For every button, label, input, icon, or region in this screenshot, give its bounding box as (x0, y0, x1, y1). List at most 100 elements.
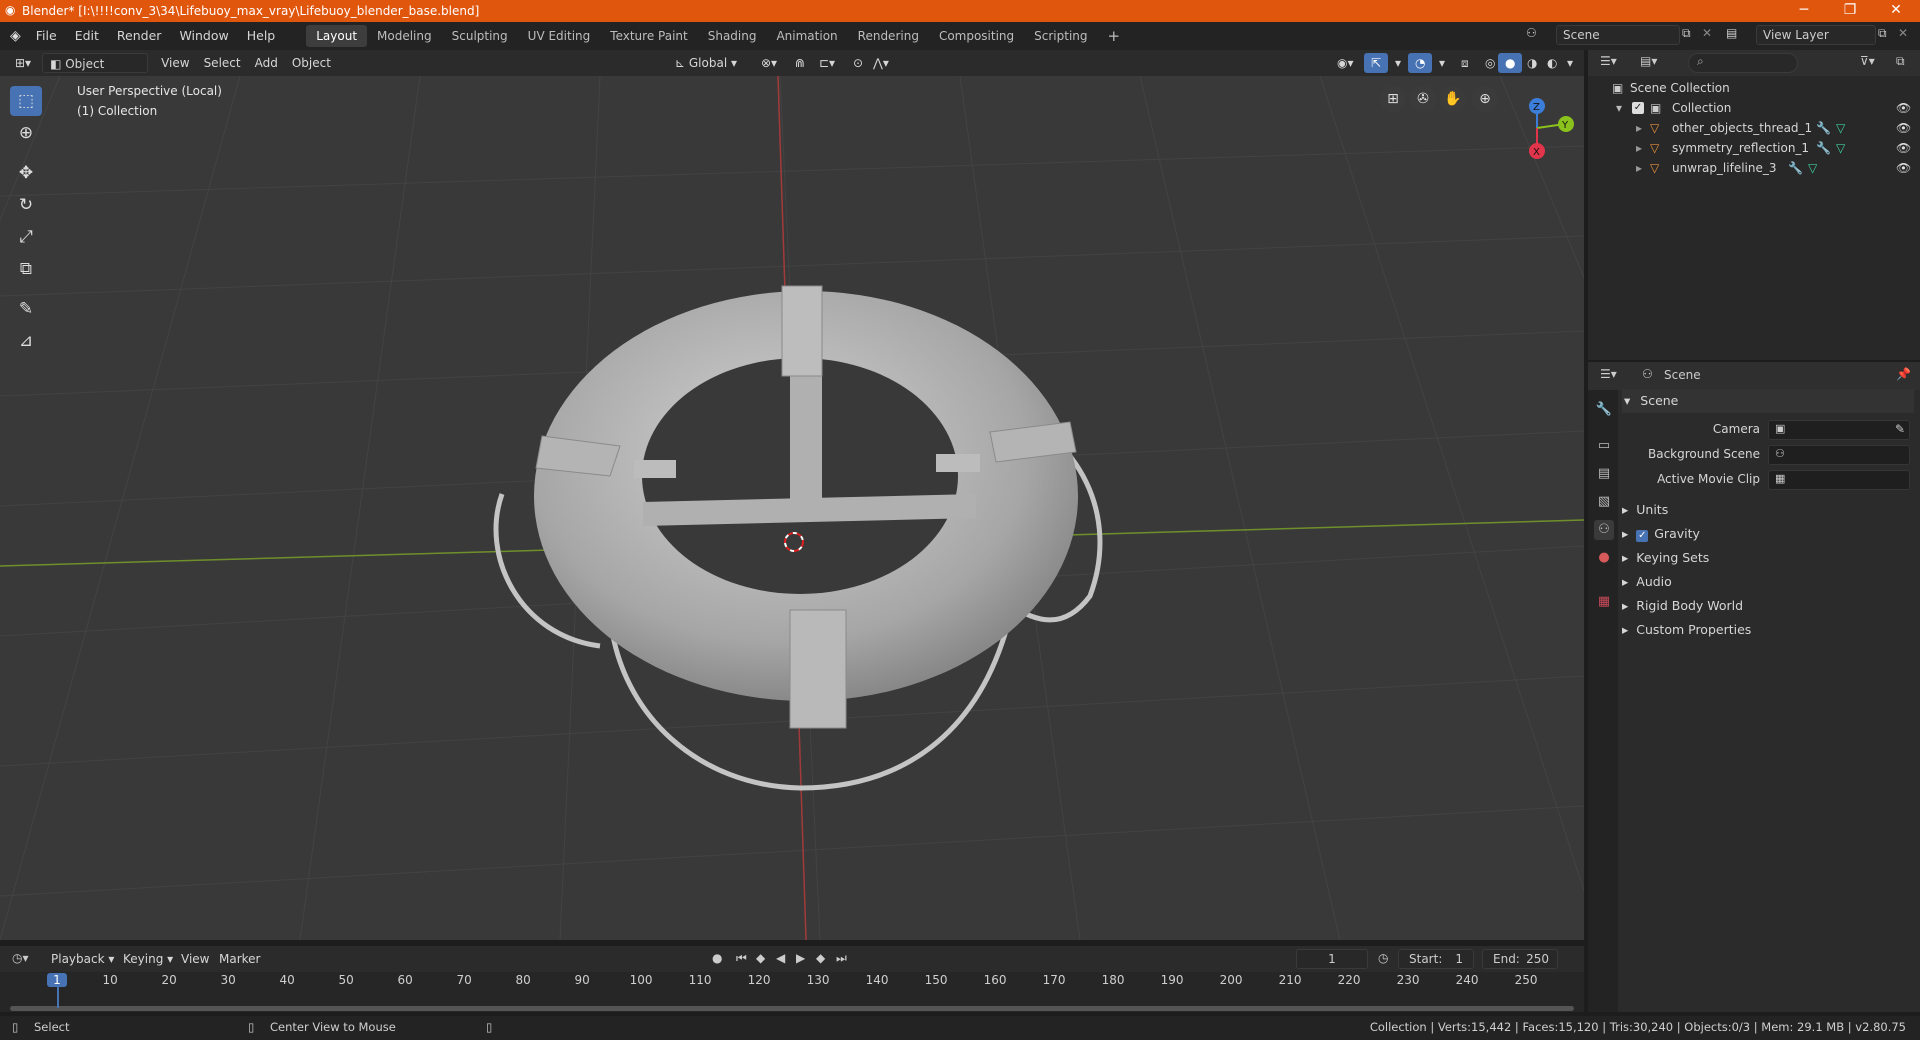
expand-arrow-icon[interactable]: ▸ (1636, 158, 1642, 178)
mesh-data-icon[interactable]: ▽ (1836, 138, 1845, 158)
outliner-editor-type-icon[interactable]: ☰▾ (1600, 54, 1617, 68)
background-scene-field[interactable]: ⚇ (1768, 445, 1910, 465)
add-workspace-button[interactable]: + (1098, 25, 1131, 47)
xray-icon[interactable]: ⧈ (1454, 53, 1476, 73)
gravity-checkbox[interactable]: ✓ (1636, 530, 1649, 542)
toggle-ortho-grid-icon[interactable]: ⊞ (1380, 86, 1406, 112)
select-box-tool-icon[interactable]: ⬚ (10, 86, 42, 116)
collection-checkbox[interactable]: ✓ (1632, 102, 1644, 114)
render-tab-icon[interactable]: ▭ (1594, 436, 1614, 456)
snap-target-icon[interactable]: ⊏▾ (812, 53, 842, 73)
view-layer-field[interactable]: View Layer (1756, 25, 1876, 45)
navigation-gizmo[interactable]: Z Y X (1510, 94, 1590, 174)
snap-icon[interactable]: ⋒ (788, 53, 812, 73)
editor-type-icon[interactable]: ⊞▾ (8, 53, 38, 73)
keying-menu[interactable]: Keying ▾ (116, 949, 180, 969)
minimize-button[interactable]: ─ (1784, 0, 1824, 22)
mesh-data-icon[interactable]: ▽ (1808, 158, 1817, 178)
next-keyframe-icon[interactable]: ◆ (816, 951, 825, 965)
playback-menu[interactable]: Playback ▾ (44, 949, 121, 969)
play-reverse-icon[interactable]: ◀ (776, 951, 785, 965)
pan-view-icon[interactable]: ✋ (1440, 86, 1466, 112)
tab-uv-editing[interactable]: UV Editing (518, 25, 601, 47)
view-layer-tab-icon[interactable]: ▧ (1594, 492, 1614, 512)
view-layer-icon[interactable]: ▤ (1726, 26, 1737, 40)
menu-render[interactable]: Render (108, 25, 171, 47)
blender-menu-icon[interactable]: ◈ (10, 28, 21, 44)
world-tab-icon[interactable]: ● (1594, 548, 1614, 568)
overlay-dropdown-icon[interactable]: ▾ (1432, 53, 1452, 73)
menu-edit[interactable]: Edit (66, 25, 108, 47)
solid-shading-icon[interactable]: ● (1498, 53, 1523, 73)
menu-view[interactable]: View (154, 53, 196, 73)
gizmo-toggle-icon[interactable]: ⇱ (1364, 53, 1389, 73)
outliner-row-object[interactable]: ▸ ▽ unwrap_lifeline_3 🔧 ▽ 👁 (1588, 158, 1920, 178)
menu-add[interactable]: Add (248, 53, 285, 73)
tab-scripting[interactable]: Scripting (1024, 25, 1097, 47)
tab-compositing[interactable]: Compositing (929, 25, 1024, 47)
scale-tool-icon[interactable]: ⤢ (10, 222, 42, 252)
remove-scene-icon[interactable]: ✕ (1702, 26, 1712, 40)
object-visibility-icon[interactable]: 👁 (1896, 118, 1911, 138)
scene-panel-header[interactable]: ▾ Scene (1622, 389, 1914, 413)
menu-select[interactable]: Select (197, 53, 248, 73)
output-tab-icon[interactable]: ▤ (1594, 464, 1614, 484)
visibility-icon[interactable]: ◉▾ (1330, 53, 1361, 73)
measure-tool-icon[interactable]: ⊿ (10, 326, 42, 356)
gizmo-dropdown-icon[interactable]: ▾ (1388, 53, 1408, 73)
tool-tab-icon[interactable]: 🔧 (1594, 400, 1614, 420)
tab-animation[interactable]: Animation (766, 25, 847, 47)
object-mode-dropdown[interactable]: ◧ Object Mode ▾ (42, 53, 149, 91)
new-collection-icon[interactable]: ⧉ (1896, 54, 1905, 69)
scene-selector-icon[interactable]: ⚇ (1526, 26, 1537, 40)
rotate-tool-icon[interactable]: ↻ (10, 190, 42, 220)
cursor-tool-icon[interactable]: ⊕ (10, 118, 42, 148)
pin-icon[interactable]: 📌 (1896, 367, 1911, 381)
expand-arrow-icon[interactable]: ▸ (1636, 138, 1642, 158)
properties-editor-type-icon[interactable]: ☰▾ (1600, 367, 1617, 381)
menu-file[interactable]: File (27, 25, 66, 47)
prev-keyframe-icon[interactable]: ◆ (756, 951, 765, 965)
display-mode-icon[interactable]: ▤▾ (1640, 54, 1657, 68)
object-visibility-icon[interactable]: 👁 (1896, 138, 1911, 158)
overlay-toggle-icon[interactable]: ◔ (1408, 53, 1433, 73)
restore-button[interactable]: ❐ (1830, 0, 1870, 22)
current-frame-field[interactable]: 1 (1296, 949, 1368, 969)
modifier-icon[interactable]: 🔧 (1816, 118, 1831, 138)
tab-layout[interactable]: Layout (306, 25, 368, 47)
shading-dropdown-icon[interactable]: ▾ (1560, 53, 1580, 73)
start-frame-field[interactable]: Start: 1 (1398, 949, 1474, 969)
transform-orientation-dropdown[interactable]: ⊾ Global ▾ (668, 53, 746, 73)
keying-sets-panel-header[interactable]: ▸ Keying Sets (1622, 546, 1709, 570)
texture-tab-icon[interactable]: ▦ (1594, 592, 1614, 612)
move-tool-icon[interactable]: ✥ (10, 158, 42, 188)
end-frame-field[interactable]: End: 250 (1482, 949, 1558, 969)
timeline-view-menu[interactable]: View (174, 949, 216, 969)
menu-window[interactable]: Window (170, 25, 237, 47)
menu-object[interactable]: Object (285, 53, 338, 73)
play-icon[interactable]: ▶ (796, 951, 805, 965)
proportional-falloff-icon[interactable]: ⋀▾ (866, 53, 896, 73)
3d-viewport[interactable]: User Perspective (Local) (1) Collection … (0, 76, 1584, 940)
filter-icon[interactable]: ⊽▾ (1860, 54, 1875, 68)
menu-help[interactable]: Help (238, 25, 285, 47)
jump-end-icon[interactable]: ⏭ (836, 951, 847, 966)
audio-panel-header[interactable]: ▸ Audio (1622, 570, 1672, 594)
scene-field[interactable]: Scene (1556, 25, 1680, 45)
timeline-editor-type-icon[interactable]: ◷▾ (12, 951, 29, 965)
modifier-icon[interactable]: 🔧 (1816, 138, 1831, 158)
scene-tab-icon[interactable]: ⚇ (1594, 520, 1614, 540)
eyedropper-icon[interactable]: ✎ (1895, 422, 1905, 436)
modifier-icon[interactable]: 🔧 (1788, 158, 1803, 178)
outliner-row-collection[interactable]: ▾ ✓ ▣ Collection 👁 (1588, 98, 1920, 118)
preview-range-icon[interactable]: ◷ (1378, 951, 1388, 965)
viewport-canvas[interactable] (0, 76, 1584, 940)
record-icon[interactable]: ● (712, 951, 722, 965)
collection-visibility-icon[interactable]: 👁 (1896, 98, 1911, 118)
outliner-search-input[interactable]: ⌕ (1688, 53, 1798, 73)
close-button[interactable]: ✕ (1876, 0, 1916, 22)
collapse-arrow-icon[interactable]: ▾ (1616, 98, 1622, 118)
zoom-view-icon[interactable]: ⊕ (1472, 86, 1498, 112)
new-scene-icon[interactable]: ⧉ (1682, 26, 1691, 41)
object-visibility-icon[interactable]: 👁 (1896, 158, 1911, 178)
